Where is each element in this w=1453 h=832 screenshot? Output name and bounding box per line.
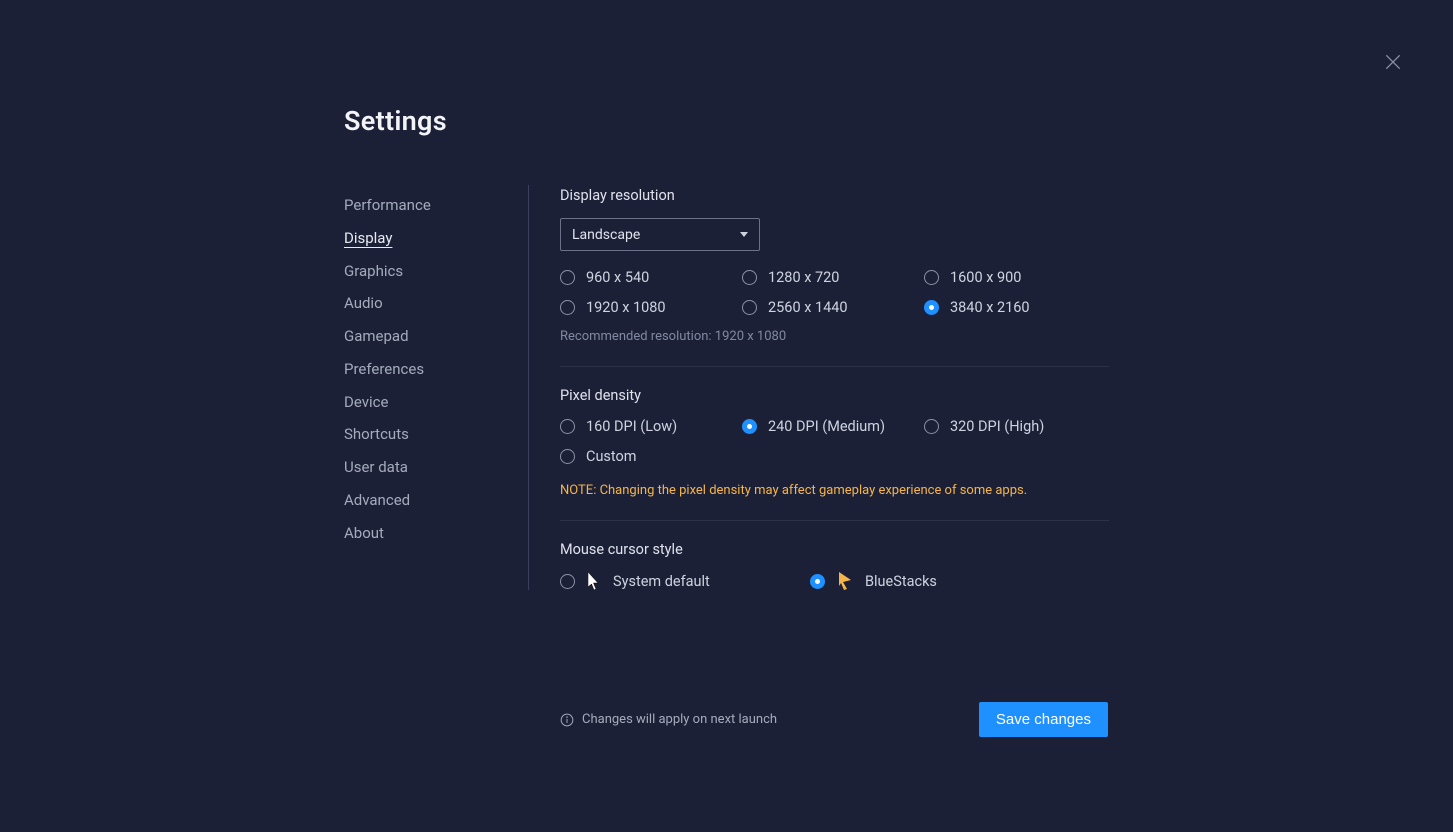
sidebar-item-about[interactable]: About xyxy=(344,517,528,550)
radio-icon xyxy=(924,270,939,285)
sidebar-item-graphics[interactable]: Graphics xyxy=(344,255,528,288)
sidebar-item-performance[interactable]: Performance xyxy=(344,189,528,222)
resolution-option-1600x900[interactable]: 1600 x 900 xyxy=(924,269,1021,286)
divider xyxy=(560,520,1109,521)
sidebar-item-preferences[interactable]: Preferences xyxy=(344,353,528,386)
radio-icon xyxy=(560,270,575,285)
resolution-option-2560x1440[interactable]: 2560 x 1440 xyxy=(742,299,924,316)
cursor-option-label: BlueStacks xyxy=(865,573,937,590)
resolution-option-1920x1080[interactable]: 1920 x 1080 xyxy=(560,299,742,316)
sidebar-item-advanced[interactable]: Advanced xyxy=(344,484,528,517)
resolution-label: 1600 x 900 xyxy=(950,269,1021,286)
cursor-option-label: System default xyxy=(613,573,710,590)
resolution-label: 1280 x 720 xyxy=(768,269,839,286)
orientation-select-value: Landscape xyxy=(572,227,640,243)
radio-icon xyxy=(742,419,757,434)
divider xyxy=(560,366,1109,367)
resolution-label: 960 x 540 xyxy=(586,269,649,286)
sidebar-item-audio[interactable]: Audio xyxy=(344,287,528,320)
pixel-density-label: Pixel density xyxy=(560,387,1109,404)
radio-icon xyxy=(742,270,757,285)
radio-icon xyxy=(560,449,575,464)
resolution-option-960x540[interactable]: 960 x 540 xyxy=(560,269,742,286)
sidebar-item-device[interactable]: Device xyxy=(344,386,528,419)
radio-icon xyxy=(560,419,575,434)
cursor-option-bluestacks[interactable]: BlueStacks xyxy=(810,572,937,590)
footer-note: Changes will apply on next launch xyxy=(560,712,777,727)
resolution-option-1280x720[interactable]: 1280 x 720 xyxy=(742,269,924,286)
dpi-option-custom[interactable]: Custom xyxy=(560,448,742,465)
recommended-resolution-hint: Recommended resolution: 1920 x 1080 xyxy=(560,329,1109,344)
cursor-option-system-default[interactable]: System default xyxy=(560,572,810,590)
sidebar-item-shortcuts[interactable]: Shortcuts xyxy=(344,418,528,451)
bluestacks-cursor-icon xyxy=(838,572,852,590)
radio-icon xyxy=(810,574,825,589)
save-changes-button[interactable]: Save changes xyxy=(979,702,1108,737)
resolution-label: 1920 x 1080 xyxy=(586,299,666,316)
settings-sidebar: Performance Display Graphics Audio Gamep… xyxy=(344,185,529,590)
close-icon[interactable] xyxy=(1383,52,1403,72)
footer-note-text: Changes will apply on next launch xyxy=(582,712,777,727)
display-resolution-label: Display resolution xyxy=(560,187,1109,204)
resolution-label: 3840 x 2160 xyxy=(950,299,1030,316)
system-cursor-icon xyxy=(588,572,600,590)
chevron-down-icon xyxy=(740,232,748,237)
cursor-style-label: Mouse cursor style xyxy=(560,541,1109,558)
dpi-label: 240 DPI (Medium) xyxy=(768,418,885,435)
radio-icon xyxy=(924,300,939,315)
radio-icon xyxy=(742,300,757,315)
resolution-option-3840x2160[interactable]: 3840 x 2160 xyxy=(924,299,1030,316)
radio-icon xyxy=(560,574,575,589)
dpi-label: Custom xyxy=(586,448,637,465)
sidebar-item-gamepad[interactable]: Gamepad xyxy=(344,320,528,353)
sidebar-item-display[interactable]: Display xyxy=(344,222,528,255)
radio-icon xyxy=(924,419,939,434)
orientation-select[interactable]: Landscape xyxy=(560,218,760,251)
settings-panel: Display resolution Landscape 960 x 540 1… xyxy=(529,185,1109,590)
sidebar-item-user-data[interactable]: User data xyxy=(344,451,528,484)
pixel-density-warning: NOTE: Changing the pixel density may aff… xyxy=(560,483,1109,498)
resolution-label: 2560 x 1440 xyxy=(768,299,848,316)
radio-icon xyxy=(560,300,575,315)
page-title: Settings xyxy=(344,105,1453,137)
dpi-option-160[interactable]: 160 DPI (Low) xyxy=(560,418,742,435)
dpi-label: 320 DPI (High) xyxy=(950,418,1044,435)
info-icon xyxy=(560,713,574,727)
dpi-option-320[interactable]: 320 DPI (High) xyxy=(924,418,1044,435)
dpi-label: 160 DPI (Low) xyxy=(586,418,677,435)
dpi-option-240[interactable]: 240 DPI (Medium) xyxy=(742,418,924,435)
